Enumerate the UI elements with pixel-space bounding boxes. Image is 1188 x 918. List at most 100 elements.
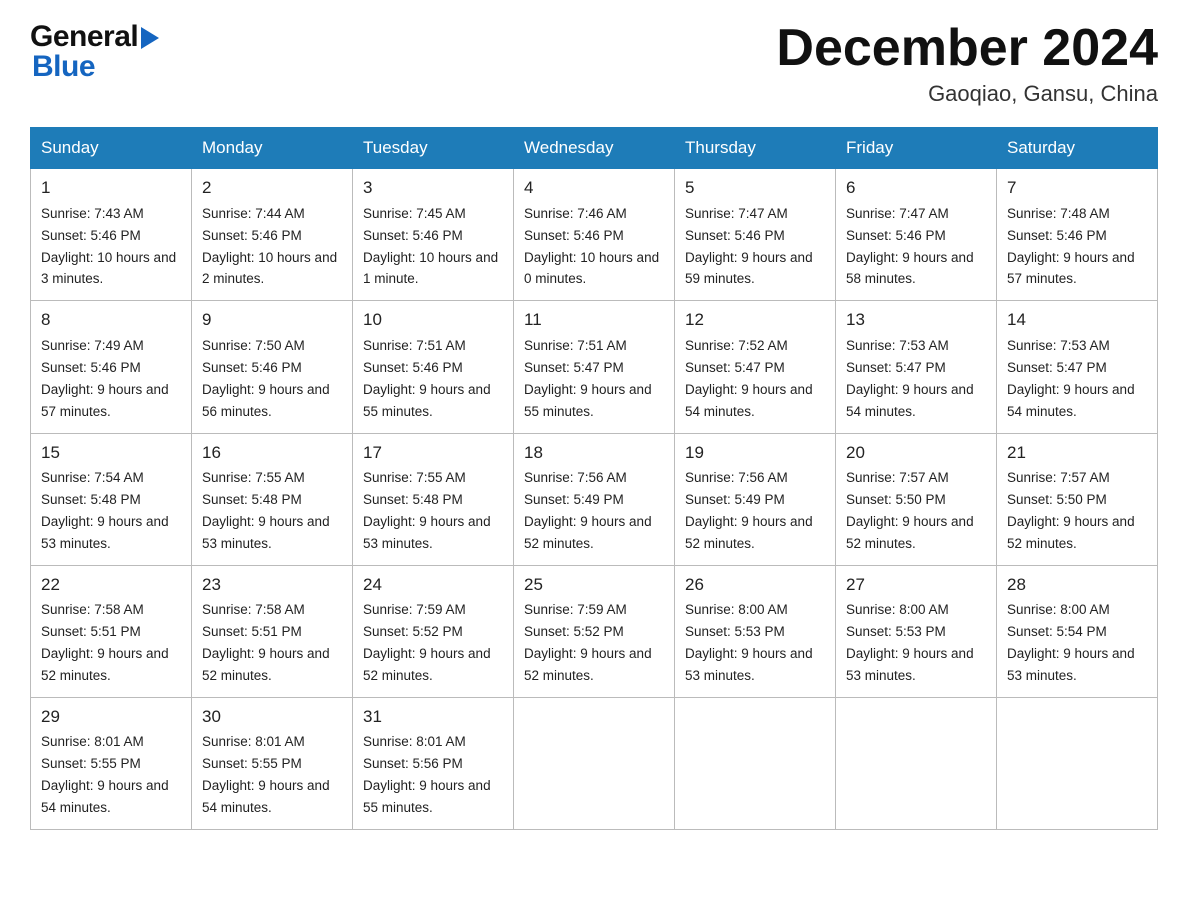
calendar-cell (675, 697, 836, 829)
calendar-cell: 5 Sunrise: 7:47 AMSunset: 5:46 PMDayligh… (675, 169, 836, 301)
day-number: 27 (846, 572, 986, 598)
day-number: 1 (41, 175, 181, 201)
title-block: December 2024 Gaoqiao, Gansu, China (776, 20, 1158, 107)
day-number: 7 (1007, 175, 1147, 201)
day-info: Sunrise: 7:51 AMSunset: 5:46 PMDaylight:… (363, 338, 491, 419)
day-info: Sunrise: 7:59 AMSunset: 5:52 PMDaylight:… (363, 602, 491, 683)
calendar-cell: 18 Sunrise: 7:56 AMSunset: 5:49 PMDaylig… (514, 433, 675, 565)
col-header-friday: Friday (836, 128, 997, 169)
calendar-cell: 15 Sunrise: 7:54 AMSunset: 5:48 PMDaylig… (31, 433, 192, 565)
calendar-cell: 14 Sunrise: 7:53 AMSunset: 5:47 PMDaylig… (997, 301, 1158, 433)
day-info: Sunrise: 7:47 AMSunset: 5:46 PMDaylight:… (685, 206, 813, 287)
col-header-tuesday: Tuesday (353, 128, 514, 169)
calendar-cell: 19 Sunrise: 7:56 AMSunset: 5:49 PMDaylig… (675, 433, 836, 565)
page-header: General Blue December 2024 Gaoqiao, Gans… (30, 20, 1158, 107)
day-info: Sunrise: 8:00 AMSunset: 5:53 PMDaylight:… (685, 602, 813, 683)
calendar-cell: 6 Sunrise: 7:47 AMSunset: 5:46 PMDayligh… (836, 169, 997, 301)
day-info: Sunrise: 7:59 AMSunset: 5:52 PMDaylight:… (524, 602, 652, 683)
day-info: Sunrise: 7:44 AMSunset: 5:46 PMDaylight:… (202, 206, 337, 287)
calendar-cell: 20 Sunrise: 7:57 AMSunset: 5:50 PMDaylig… (836, 433, 997, 565)
day-number: 23 (202, 572, 342, 598)
day-number: 8 (41, 307, 181, 333)
day-info: Sunrise: 7:53 AMSunset: 5:47 PMDaylight:… (846, 338, 974, 419)
calendar-cell: 31 Sunrise: 8:01 AMSunset: 5:56 PMDaylig… (353, 697, 514, 829)
day-number: 15 (41, 440, 181, 466)
day-info: Sunrise: 7:45 AMSunset: 5:46 PMDaylight:… (363, 206, 498, 287)
calendar-cell: 21 Sunrise: 7:57 AMSunset: 5:50 PMDaylig… (997, 433, 1158, 565)
calendar-cell: 27 Sunrise: 8:00 AMSunset: 5:53 PMDaylig… (836, 565, 997, 697)
day-info: Sunrise: 7:48 AMSunset: 5:46 PMDaylight:… (1007, 206, 1135, 287)
logo-blue-text: Blue (32, 50, 95, 84)
calendar-cell: 22 Sunrise: 7:58 AMSunset: 5:51 PMDaylig… (31, 565, 192, 697)
calendar-cell: 25 Sunrise: 7:59 AMSunset: 5:52 PMDaylig… (514, 565, 675, 697)
col-header-wednesday: Wednesday (514, 128, 675, 169)
day-info: Sunrise: 7:53 AMSunset: 5:47 PMDaylight:… (1007, 338, 1135, 419)
day-number: 18 (524, 440, 664, 466)
col-header-saturday: Saturday (997, 128, 1158, 169)
calendar-cell: 2 Sunrise: 7:44 AMSunset: 5:46 PMDayligh… (192, 169, 353, 301)
day-info: Sunrise: 7:55 AMSunset: 5:48 PMDaylight:… (363, 470, 491, 551)
calendar-cell (836, 697, 997, 829)
day-info: Sunrise: 7:55 AMSunset: 5:48 PMDaylight:… (202, 470, 330, 551)
day-info: Sunrise: 7:58 AMSunset: 5:51 PMDaylight:… (41, 602, 169, 683)
day-number: 28 (1007, 572, 1147, 598)
day-number: 12 (685, 307, 825, 333)
day-info: Sunrise: 7:54 AMSunset: 5:48 PMDaylight:… (41, 470, 169, 551)
calendar-cell: 23 Sunrise: 7:58 AMSunset: 5:51 PMDaylig… (192, 565, 353, 697)
calendar-cell: 3 Sunrise: 7:45 AMSunset: 5:46 PMDayligh… (353, 169, 514, 301)
calendar-week-2: 8 Sunrise: 7:49 AMSunset: 5:46 PMDayligh… (31, 301, 1158, 433)
day-info: Sunrise: 7:56 AMSunset: 5:49 PMDaylight:… (524, 470, 652, 551)
calendar-cell: 11 Sunrise: 7:51 AMSunset: 5:47 PMDaylig… (514, 301, 675, 433)
location-label: Gaoqiao, Gansu, China (776, 81, 1158, 107)
day-info: Sunrise: 7:52 AMSunset: 5:47 PMDaylight:… (685, 338, 813, 419)
calendar-week-5: 29 Sunrise: 8:01 AMSunset: 5:55 PMDaylig… (31, 697, 1158, 829)
day-number: 4 (524, 175, 664, 201)
calendar-cell (514, 697, 675, 829)
day-info: Sunrise: 7:49 AMSunset: 5:46 PMDaylight:… (41, 338, 169, 419)
day-number: 6 (846, 175, 986, 201)
day-number: 25 (524, 572, 664, 598)
day-number: 24 (363, 572, 503, 598)
day-number: 21 (1007, 440, 1147, 466)
calendar-cell: 13 Sunrise: 7:53 AMSunset: 5:47 PMDaylig… (836, 301, 997, 433)
calendar-cell: 16 Sunrise: 7:55 AMSunset: 5:48 PMDaylig… (192, 433, 353, 565)
day-info: Sunrise: 7:57 AMSunset: 5:50 PMDaylight:… (1007, 470, 1135, 551)
col-header-monday: Monday (192, 128, 353, 169)
calendar-cell: 4 Sunrise: 7:46 AMSunset: 5:46 PMDayligh… (514, 169, 675, 301)
day-info: Sunrise: 7:43 AMSunset: 5:46 PMDaylight:… (41, 206, 176, 287)
day-info: Sunrise: 8:01 AMSunset: 5:55 PMDaylight:… (41, 734, 169, 815)
calendar-cell: 1 Sunrise: 7:43 AMSunset: 5:46 PMDayligh… (31, 169, 192, 301)
day-info: Sunrise: 8:01 AMSunset: 5:55 PMDaylight:… (202, 734, 330, 815)
calendar-cell: 26 Sunrise: 8:00 AMSunset: 5:53 PMDaylig… (675, 565, 836, 697)
logo-arrow-icon (141, 27, 159, 49)
day-info: Sunrise: 8:00 AMSunset: 5:54 PMDaylight:… (1007, 602, 1135, 683)
day-info: Sunrise: 7:46 AMSunset: 5:46 PMDaylight:… (524, 206, 659, 287)
day-number: 14 (1007, 307, 1147, 333)
logo-general-text: General (30, 20, 159, 54)
day-number: 20 (846, 440, 986, 466)
calendar-week-3: 15 Sunrise: 7:54 AMSunset: 5:48 PMDaylig… (31, 433, 1158, 565)
day-number: 17 (363, 440, 503, 466)
calendar-cell (997, 697, 1158, 829)
calendar-cell: 8 Sunrise: 7:49 AMSunset: 5:46 PMDayligh… (31, 301, 192, 433)
calendar-table: SundayMondayTuesdayWednesdayThursdayFrid… (30, 127, 1158, 830)
day-number: 19 (685, 440, 825, 466)
day-number: 9 (202, 307, 342, 333)
day-number: 16 (202, 440, 342, 466)
day-info: Sunrise: 7:57 AMSunset: 5:50 PMDaylight:… (846, 470, 974, 551)
day-info: Sunrise: 8:01 AMSunset: 5:56 PMDaylight:… (363, 734, 491, 815)
day-number: 30 (202, 704, 342, 730)
calendar-cell: 29 Sunrise: 8:01 AMSunset: 5:55 PMDaylig… (31, 697, 192, 829)
day-number: 3 (363, 175, 503, 201)
day-number: 11 (524, 307, 664, 333)
day-number: 13 (846, 307, 986, 333)
day-number: 10 (363, 307, 503, 333)
day-info: Sunrise: 7:51 AMSunset: 5:47 PMDaylight:… (524, 338, 652, 419)
calendar-cell: 28 Sunrise: 8:00 AMSunset: 5:54 PMDaylig… (997, 565, 1158, 697)
calendar-cell: 9 Sunrise: 7:50 AMSunset: 5:46 PMDayligh… (192, 301, 353, 433)
day-number: 2 (202, 175, 342, 201)
calendar-cell: 7 Sunrise: 7:48 AMSunset: 5:46 PMDayligh… (997, 169, 1158, 301)
logo: General Blue (30, 20, 159, 84)
calendar-cell: 24 Sunrise: 7:59 AMSunset: 5:52 PMDaylig… (353, 565, 514, 697)
calendar-cell: 17 Sunrise: 7:55 AMSunset: 5:48 PMDaylig… (353, 433, 514, 565)
